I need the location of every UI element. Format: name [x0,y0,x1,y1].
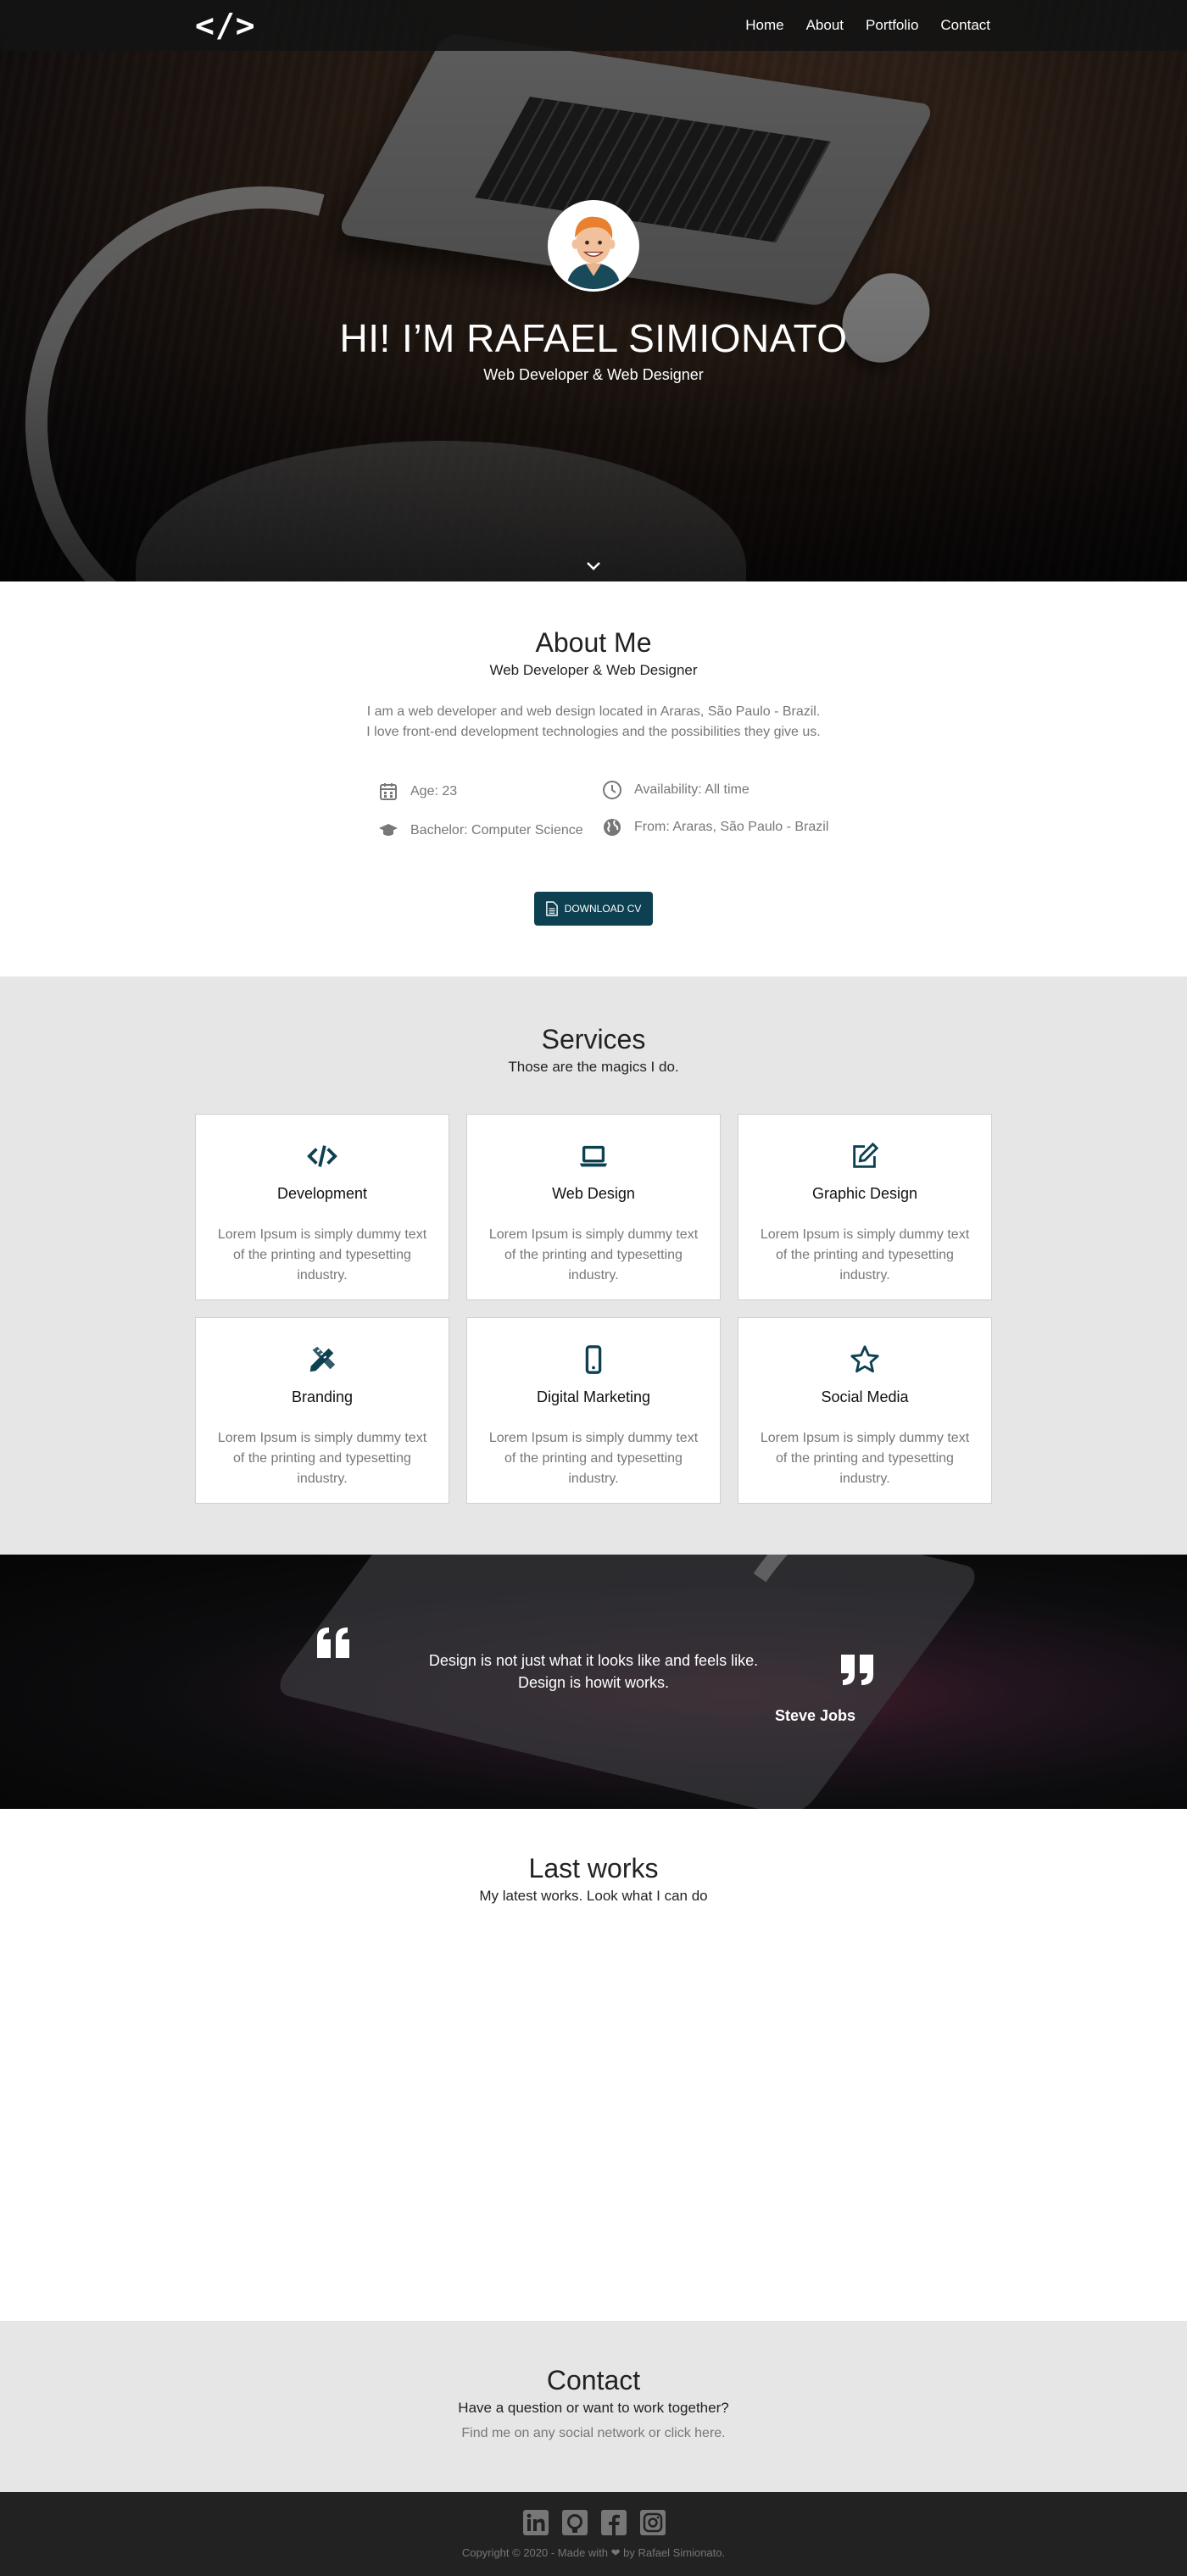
globe-icon [604,819,621,836]
service-title: Graphic Design [811,1185,918,1202]
info-from-text: From: Araras, São Paulo - Brazil [634,820,829,834]
info-from: From: Araras, São Paulo - Brazil [602,817,828,837]
about-desc-line-1: I am a web developer and web design loca… [366,704,821,719]
works-section: Last works My latest works. Look what I … [0,1809,1187,2321]
linkedin-icon[interactable] [522,2509,549,2536]
star-icon [850,1345,879,1373]
service-text: Lorem Ipsum is simply dummy text of the … [760,1431,970,1486]
about-title: About Me [535,627,652,658]
service-card-digital-marketing: Digital Marketing Lorem Ipsum is simply … [466,1317,721,1504]
avatar [548,200,639,292]
service-text: Lorem Ipsum is simply dummy text of the … [217,1227,427,1282]
works-subtitle: My latest works. Look what I can do [479,1888,708,1904]
about-subtitle: Web Developer & Web Designer [489,662,698,678]
hero-title: HI! I’M RAFAEL SIMIONATO [339,316,848,360]
services-heading: Services Those are the magics I do. [0,1024,1187,1076]
quote-line-2: Design is howit works. [517,1674,670,1691]
service-text: Lorem Ipsum is simply dummy text of the … [488,1431,699,1486]
services-section: Services Those are the magics I do. Deve… [0,976,1187,1555]
about-desc-line-2: I love front-end development technologie… [366,725,821,739]
about-section: About Me Web Developer & Web Designer I … [0,581,1187,976]
nav-links: Home About Portfolio Contact [745,17,990,34]
contact-section: Contact Have a question or want to work … [0,2321,1187,2492]
about-heading: About Me Web Developer & Web Designer [0,627,1187,679]
service-title: Digital Marketing [536,1388,651,1405]
works-title: Last works [528,1853,659,1883]
laptop-icon [579,1145,608,1167]
service-card-web-design: Web Design Lorem Ipsum is simply dummy t… [466,1114,721,1300]
service-title: Branding [291,1388,354,1405]
copyright-text: Copyright © 2020 - Made with ❤ by Rafael… [461,2546,726,2559]
nav-link-portfolio[interactable]: Portfolio [866,17,918,34]
hero-subtitle: Web Developer & Web Designer [483,366,704,383]
site-logo[interactable]: </> [195,7,256,44]
quote-text: Design is not just what it looks like an… [0,1650,1187,1694]
service-card-social-media: Social Media Lorem Ipsum is simply dummy… [738,1317,992,1504]
quote-section: Design is not just what it looks like an… [0,1555,1187,1809]
info-age: Age: 23 [378,782,457,802]
service-title: Web Design [552,1185,635,1202]
quote-close-icon [841,1655,873,1685]
clock-icon [603,781,621,799]
quote-line-1: Design is not just what it looks like an… [428,1652,759,1669]
edit-icon [853,1142,879,1168]
contact-title: Contact [546,2365,641,2395]
service-text: Lorem Ipsum is simply dummy text of the … [488,1227,699,1282]
about-info: Age: 23 Availability: All time Bachelor:… [378,780,853,849]
services-subtitle: Those are the magics I do. [508,1059,679,1075]
avatar-illustration-icon [550,203,637,289]
download-cv-button[interactable]: DOWNLOAD CV [534,892,653,926]
service-card-development: Development Lorem Ipsum is simply dummy … [195,1114,449,1300]
info-availability-text: Availability: All time [634,782,750,797]
nav-link-home[interactable]: Home [745,17,783,34]
mobile-icon [585,1345,602,1374]
top-navbar: </> Home About Portfolio Contact [0,0,1187,51]
service-text: Lorem Ipsum is simply dummy text of the … [760,1227,970,1282]
instagram-icon[interactable] [639,2509,666,2536]
services-grid: Development Lorem Ipsum is simply dummy … [195,1114,992,1504]
footer: Copyright © 2020 - Made with ❤ by Rafael… [0,2492,1187,2576]
service-card-branding: Branding Lorem Ipsum is simply dummy tex… [195,1317,449,1504]
services-title: Services [541,1024,646,1054]
nav-link-contact[interactable]: Contact [940,17,990,34]
graduation-cap-icon [379,824,398,836]
service-title: Development [276,1185,368,1202]
service-text: Lorem Ipsum is simply dummy text of the … [217,1431,427,1486]
nav-link-about[interactable]: About [806,17,844,34]
facebook-icon[interactable] [600,2509,627,2536]
contact-heading: Contact Have a question or want to work … [0,2365,1187,2417]
contact-subtitle: Have a question or want to work together… [458,2400,729,2416]
code-icon [307,1145,337,1167]
service-card-graphic-design: Graphic Design Lorem Ipsum is simply dum… [738,1114,992,1300]
info-availability: Availability: All time [602,780,750,800]
github-icon[interactable] [561,2509,588,2536]
info-education-text: Bachelor: Computer Science [410,823,583,837]
contact-note[interactable]: Find me on any social network or click h… [0,2426,1187,2441]
info-age-text: Age: 23 [410,784,458,798]
service-title: Social Media [821,1388,909,1405]
chevron-down-icon[interactable] [585,559,602,573]
calendar-icon [380,783,397,800]
file-icon [545,901,558,916]
quote-author: Steve Jobs [775,1707,856,1724]
works-heading: Last works My latest works. Look what I … [0,1853,1187,1905]
social-links [522,2509,666,2536]
download-cv-label: DOWNLOAD CV [564,903,642,915]
hero-section: HI! I’M RAFAEL SIMIONATO Web Developer &… [0,0,1187,581]
info-education: Bachelor: Computer Science [378,821,583,841]
about-description: I am a web developer and web design loca… [0,702,1187,743]
pencil-ruler-icon [309,1346,336,1372]
